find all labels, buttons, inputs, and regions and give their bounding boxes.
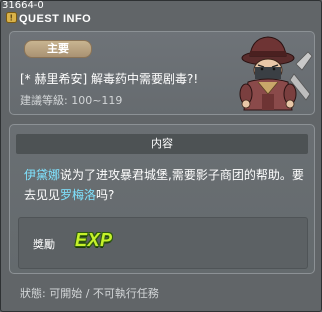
content-header: 内容 bbox=[16, 134, 308, 154]
quest-content-panel: 内容 伊黛娜说为了进攻暴君城堡,需要影子商团的帮助。要去见见罗梅洛吗? 獎勵 E… bbox=[9, 124, 315, 274]
quest-info-window: 31664-0 ! QUEST INFO 主要 [* 赫里希安] 解毒药中需要剧… bbox=[0, 0, 322, 312]
quest-type-badge: 主要 bbox=[24, 40, 92, 58]
npc-name-link: 伊黛娜 bbox=[24, 168, 61, 182]
reward-label: 獎勵 bbox=[33, 238, 55, 251]
quest-status: 狀態: 可開始 / 不可執行任務 bbox=[20, 287, 159, 300]
window-title: ! QUEST INFO bbox=[6, 12, 91, 26]
quest-summary-panel: 主要 [* 赫里希安] 解毒药中需要剧毒?! 建議等級: 100~119 bbox=[9, 31, 315, 115]
reward-section: 獎勵 EXP bbox=[18, 217, 308, 269]
quest-description: 伊黛娜说为了进攻暴君城堡,需要影子商团的帮助。要去见见罗梅洛吗? bbox=[24, 165, 306, 205]
recommended-level: 建議等級: 100~119 bbox=[20, 94, 123, 107]
svg-text:!: ! bbox=[10, 14, 13, 23]
description-text-end: 吗? bbox=[96, 188, 115, 202]
npc-portrait-icon bbox=[239, 36, 313, 111]
quest-icon: ! bbox=[6, 12, 17, 23]
window-title-label: QUEST INFO bbox=[19, 13, 92, 25]
npc-name-link: 罗梅洛 bbox=[60, 188, 97, 202]
quest-title: [* 赫里希安] 解毒药中需要剧毒?! bbox=[20, 72, 199, 86]
quest-id: 31664-0 bbox=[2, 0, 44, 11]
exp-reward-icon: EXP bbox=[75, 230, 113, 250]
